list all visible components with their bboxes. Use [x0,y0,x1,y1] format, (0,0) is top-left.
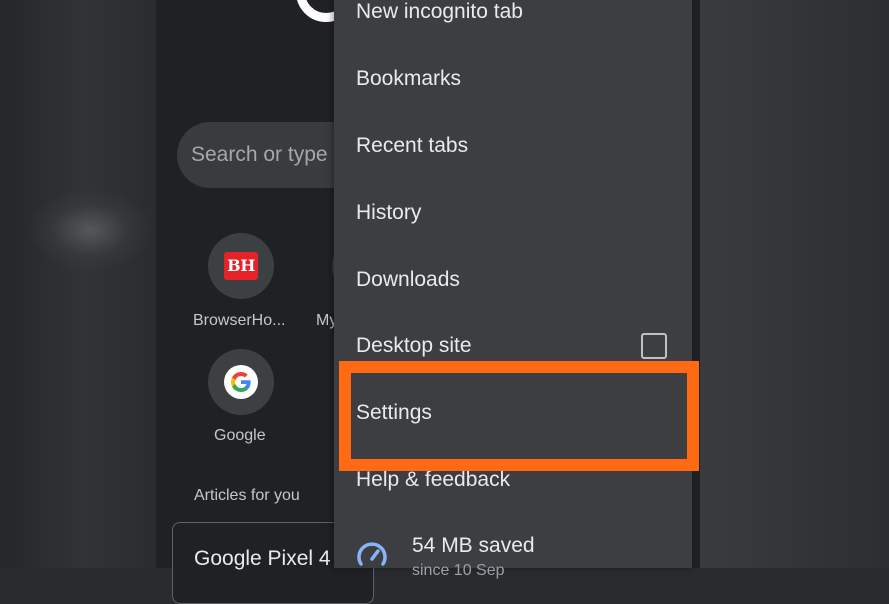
menu-item-new-incognito-tab[interactable]: New incognito tab [356,0,523,24]
google-icon [224,365,258,399]
browserhow-icon: BH [224,252,258,280]
background-blur [30,190,150,270]
background-left [0,0,156,568]
data-saved-sublabel: since 10 Sep [412,562,505,579]
menu-item-help-feedback[interactable]: Help & feedback [356,468,510,492]
menu-item-recent-tabs[interactable]: Recent tabs [356,134,468,158]
desktop-site-checkbox[interactable] [641,333,667,359]
menu-item-history[interactable]: History [356,201,421,225]
data-saved-label[interactable]: 54 MB saved [412,534,535,558]
search-placeholder[interactable]: Search or type [191,143,328,167]
settings-highlight-box [339,361,699,471]
background-right [700,0,889,568]
speedometer-icon [356,540,388,577]
menu-item-desktop-site[interactable]: Desktop site [356,334,472,358]
articles-heading: Articles for you [194,487,300,504]
menu-item-bookmarks[interactable]: Bookmarks [356,67,461,91]
article-card-title[interactable]: Google Pixel 4 [194,547,331,571]
menu-item-downloads[interactable]: Downloads [356,268,460,292]
shortcut-label-google: Google [214,427,266,444]
shortcut-label-browserhow: BrowserHo... [193,312,286,329]
